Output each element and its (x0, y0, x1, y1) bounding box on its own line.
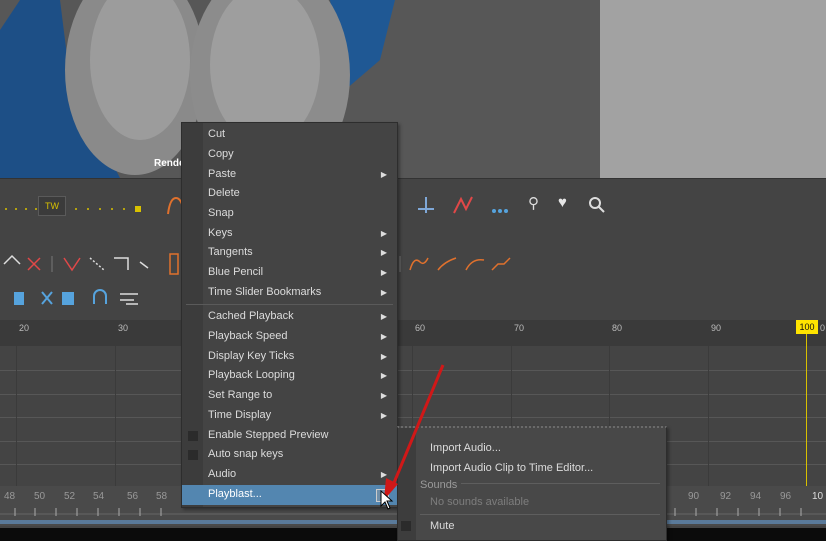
menu-separator (186, 304, 393, 305)
range-label: 90 (688, 491, 700, 502)
submenu-arrow-icon: ▶ (380, 170, 387, 179)
ruler-label: 80 (612, 323, 623, 333)
tangent-tools-icons[interactable] (0, 252, 180, 276)
playhead-line[interactable] (806, 320, 807, 486)
more-icon[interactable] (490, 202, 510, 213)
menu-item-label: Paste (208, 168, 237, 180)
menu-item-blue-pencil[interactable]: Blue Pencil ▶ (182, 263, 397, 283)
menu-item-display-key-ticks[interactable]: Display Key Ticks ▶ (182, 347, 397, 367)
menu-item-label: Playblast... (208, 488, 262, 500)
menu-item-label: Copy (208, 148, 234, 160)
submenu-arrow-icon: ▶ (380, 312, 387, 321)
pivot-icon[interactable] (416, 195, 436, 215)
menu-item-label: Time Slider Bookmarks (208, 286, 322, 298)
key-tools-icons[interactable] (10, 288, 150, 310)
render-label: Rende (154, 158, 185, 169)
menu-item-cut[interactable]: Cut (182, 125, 397, 145)
range-label: 56 (127, 491, 139, 502)
grid-line (115, 346, 116, 486)
grid-line (708, 346, 709, 486)
character-icon[interactable]: ⚲ (528, 196, 539, 212)
menu-item-tangents[interactable]: Tangents ▶ (182, 243, 397, 263)
menu-item-label: Tangents (208, 246, 253, 258)
range-label: 52 (64, 491, 76, 502)
range-label: 94 (750, 491, 762, 502)
range-label: 54 (93, 491, 105, 502)
grid-line (16, 346, 17, 486)
ruler-label: 20 (19, 323, 30, 333)
mouse-cursor-icon (380, 489, 394, 510)
menu-item-enable-stepped-preview[interactable]: Enable Stepped Preview (182, 426, 397, 446)
key-dots-right (72, 200, 147, 212)
range-label: 92 (720, 491, 732, 502)
ruler-label: 90 (711, 323, 722, 333)
time-slider-context-menu: Cut Copy Paste ▶ Delete Snap Keys ▶ Tangen… (181, 122, 398, 508)
menu-item-audio[interactable]: Audio ▶ (182, 465, 397, 485)
heart-icon[interactable]: ♥ (558, 195, 567, 211)
menu-item-label: Auto snap keys (208, 448, 284, 460)
menu-item-time-slider-bookmarks[interactable]: Time Slider Bookmarks ▶ (182, 283, 397, 303)
range-label: 58 (156, 491, 168, 502)
range-label: 48 (4, 491, 16, 502)
tangent-shape-icons[interactable] (398, 252, 513, 276)
menu-item-label: Blue Pencil (208, 266, 264, 278)
key-dots-left (4, 200, 39, 210)
menu-item-label: Cached Playback (208, 310, 294, 322)
search-icon[interactable] (588, 196, 606, 214)
checkbox-icon[interactable] (188, 450, 198, 460)
submenu-arrow-icon: ▶ (380, 288, 387, 297)
menu-item-auto-snap-keys[interactable]: Auto snap keys (182, 445, 397, 465)
menu-item-time-display[interactable]: Time Display ▶ (182, 406, 397, 426)
playhead-frame[interactable]: 100 (796, 320, 818, 334)
submenu-arrow-icon: ▶ (380, 229, 387, 238)
checkbox-icon[interactable] (188, 431, 198, 441)
submenu-arrow-icon: ▶ (380, 248, 387, 257)
range-label: 50 (34, 491, 46, 502)
ruler-label: 60 (415, 323, 426, 333)
menu-item-label: Keys (208, 227, 233, 239)
tangent-weight-badge[interactable]: TW (38, 196, 66, 216)
menu-item-playback-speed[interactable]: Playback Speed ▶ (182, 327, 397, 347)
menu-item-label: Display Key Ticks (208, 350, 295, 362)
menu-item-set-range-to[interactable]: Set Range to ▶ (182, 386, 397, 406)
menu-item-paste[interactable]: Paste ▶ (182, 165, 397, 185)
menu-item-playback-looping[interactable]: Playback Looping ▶ (182, 366, 397, 386)
menu-item-label: Snap (208, 207, 234, 219)
menu-item-snap[interactable]: Snap (182, 204, 397, 224)
menu-item-playblast[interactable]: Playblast... (182, 485, 397, 505)
range-label: 96 (780, 491, 792, 502)
submenu-arrow-icon: ▶ (380, 268, 387, 277)
menu-item-label: Enable Stepped Preview (208, 429, 329, 441)
menu-item-mute[interactable]: Mute (430, 520, 454, 532)
menu-item-label: Audio (208, 468, 237, 480)
break-tangent-icon[interactable] (452, 195, 474, 215)
menu-item-delete[interactable]: Delete (182, 184, 397, 204)
menu-item-label: Playback Speed (208, 330, 288, 342)
menu-item-copy[interactable]: Copy (182, 145, 397, 165)
range-label: 10 (812, 491, 824, 502)
menu-separator (420, 514, 660, 515)
ruler-label: 0 (820, 323, 826, 333)
menu-item-label: Delete (208, 187, 240, 199)
menu-item-label: Set Range to (208, 389, 273, 401)
ruler-label: 30 (118, 323, 129, 333)
menu-item-cached-playback[interactable]: Cached Playback ▶ (182, 307, 397, 327)
menu-item-label: Playback Looping (208, 369, 295, 381)
menu-item-label: Cut (208, 128, 226, 140)
menu-item-label: Time Display (208, 409, 272, 421)
ruler-label: 70 (514, 323, 525, 333)
menu-item-keys[interactable]: Keys ▶ (182, 224, 397, 244)
checkbox-icon[interactable] (401, 521, 411, 531)
viewport-panel-right (600, 0, 826, 178)
submenu-arrow-icon: ▶ (380, 332, 387, 341)
